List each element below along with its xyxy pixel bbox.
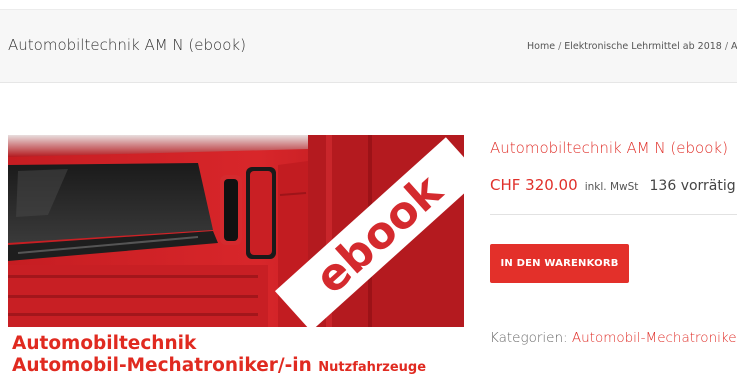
breadcrumb-home-link[interactable]: Home — [527, 41, 555, 52]
truck-cover-illustration: ebook — [8, 135, 464, 327]
breadcrumb-separator: / — [558, 41, 562, 52]
product-title: Automobiltechnik AM N (ebook) — [490, 139, 728, 157]
product-image[interactable]: ebook — [8, 135, 464, 327]
product-categories: Kategorien: Automobil-Mechatronike — [490, 330, 737, 346]
page-title: Automobiltechnik AM N (ebook) — [8, 36, 246, 54]
breadcrumb-separator: / — [724, 41, 729, 52]
product-price: CHF 320.00 — [490, 176, 578, 194]
add-to-cart-button[interactable]: IN DEN WARENKORB — [490, 244, 629, 283]
stock-status: 136 vorrätig — [649, 178, 736, 194]
breadcrumb: Home/Elektronische Lehrmittel ab 2018/Au — [527, 41, 737, 52]
categories-label: Kategorien: — [490, 330, 568, 346]
cover-caption-line1: Automobiltechnik — [12, 333, 197, 354]
summary-divider — [490, 214, 737, 215]
cover-caption-line2: Automobil-Mechatroniker/-in Nutzfahrzeug… — [12, 355, 426, 377]
cover-caption-line2-main: Automobil-Mechatroniker/-in — [12, 355, 312, 377]
category-link[interactable]: Automobil-Mechatronike — [572, 330, 737, 346]
tax-note: inkl. MwSt — [584, 181, 639, 193]
breadcrumb-category-link[interactable]: Elektronische Lehrmittel ab 2018 — [564, 41, 722, 52]
cover-caption: Automobiltechnik Automobil-Mechatroniker… — [12, 333, 426, 377]
price-line: CHF 320.00 inkl. MwSt 136 vorrätig — [490, 175, 736, 194]
cover-caption-line2-small: Nutzfahrzeuge — [318, 360, 427, 376]
page-header: Automobiltechnik AM N (ebook) Home / Elekt… — [0, 9, 737, 83]
breadcrumb-current: Au — [731, 41, 737, 52]
